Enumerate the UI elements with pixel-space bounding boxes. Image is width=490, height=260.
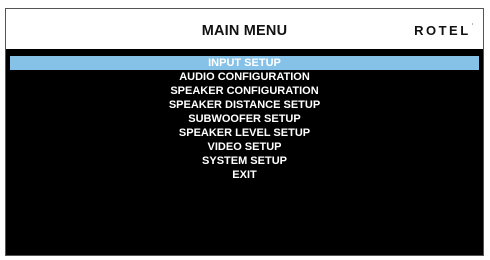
page-title: MAIN MENU bbox=[201, 23, 288, 39]
menu-item-audio-configuration[interactable]: AUDIO CONFIGURATION bbox=[6, 70, 483, 84]
osd-screen: MAIN MENU ROTEL ’ INPUT SETUP AUDIO CONF… bbox=[5, 8, 484, 256]
menu-item-speaker-level-setup[interactable]: SPEAKER LEVEL SETUP bbox=[6, 126, 483, 140]
menu-item-speaker-distance-setup[interactable]: SPEAKER DISTANCE SETUP bbox=[6, 98, 483, 112]
menu-item-subwoofer-setup[interactable]: SUBWOOFER SETUP bbox=[6, 112, 483, 126]
menu-item-input-setup[interactable]: INPUT SETUP bbox=[10, 56, 479, 70]
menu-item-speaker-configuration[interactable]: SPEAKER CONFIGURATION bbox=[6, 84, 483, 98]
menu-item-video-setup[interactable]: VIDEO SETUP bbox=[6, 140, 483, 154]
main-menu-list: INPUT SETUP AUDIO CONFIGURATION SPEAKER … bbox=[6, 56, 483, 182]
menu-item-exit[interactable]: EXIT bbox=[6, 168, 483, 182]
menu-item-system-setup[interactable]: SYSTEM SETUP bbox=[6, 154, 483, 168]
registered-mark-icon: ’ bbox=[471, 24, 473, 30]
menu-header: MAIN MENU ROTEL ’ bbox=[6, 9, 483, 51]
brand-logo: ROTEL ’ bbox=[414, 24, 473, 37]
brand-logo-text: ROTEL bbox=[414, 23, 471, 38]
